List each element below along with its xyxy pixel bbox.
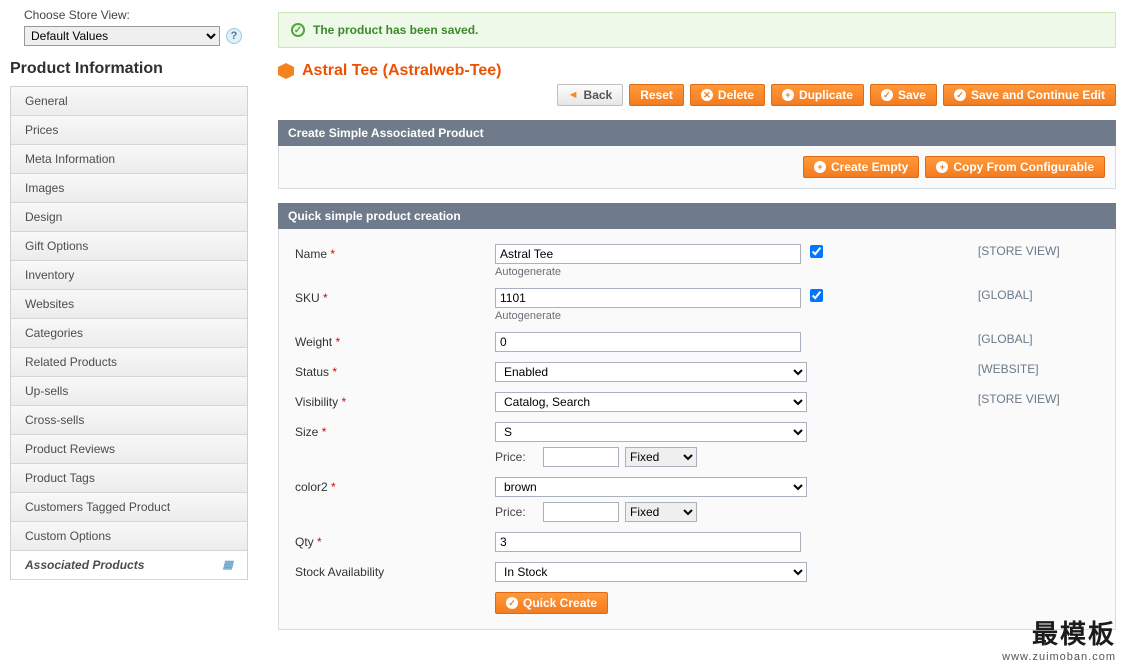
delete-icon: ✕ (701, 89, 713, 101)
tab-related-products[interactable]: Related Products (11, 348, 247, 377)
back-label: Back (584, 88, 613, 102)
qty-label: Qty (295, 535, 314, 549)
duplicate-label: Duplicate (799, 88, 853, 102)
tab-prices[interactable]: Prices (11, 116, 247, 145)
check-circle-icon: ✓ (954, 89, 966, 101)
tab-associated-products-label: Associated Products (25, 558, 144, 572)
size-price-label: Price: (495, 450, 537, 464)
quick-create-label: Quick Create (523, 596, 597, 610)
product-icon (278, 63, 294, 79)
delete-label: Delete (718, 88, 754, 102)
tab-product-tags[interactable]: Product Tags (11, 464, 247, 493)
check-circle-icon: ✓ (881, 89, 893, 101)
name-scope: [STORE VIEW] (972, 239, 1105, 283)
grid-icon: ▦ (223, 558, 233, 571)
store-view-select[interactable]: Default Values (24, 26, 220, 46)
name-autogen-checkbox[interactable] (810, 245, 823, 258)
name-input[interactable] (495, 244, 801, 264)
tab-product-reviews[interactable]: Product Reviews (11, 435, 247, 464)
success-text: The product has been saved. (313, 23, 478, 37)
page-actions: ◄ Back Reset ✕ Delete + Duplicate ✓ Save ✓ Sa… (278, 84, 1116, 106)
reset-button[interactable]: Reset (629, 84, 684, 106)
name-autogen-label: Autogenerate (495, 266, 966, 278)
create-empty-button[interactable]: + Create Empty (803, 156, 919, 178)
tab-design[interactable]: Design (11, 203, 247, 232)
color2-price-input[interactable] (543, 502, 619, 522)
plus-icon: + (782, 89, 794, 101)
size-label: Size (295, 425, 318, 439)
duplicate-button[interactable]: + Duplicate (771, 84, 864, 106)
sku-input[interactable] (495, 288, 801, 308)
qty-input[interactable] (495, 532, 801, 552)
tab-categories[interactable]: Categories (11, 319, 247, 348)
tab-images[interactable]: Images (11, 174, 247, 203)
save-label: Save (898, 88, 926, 102)
visibility-label: Visibility (295, 395, 338, 409)
store-view-label: Choose Store View: (24, 8, 248, 22)
color2-select[interactable]: brown (495, 477, 807, 497)
visibility-scope: [STORE VIEW] (972, 387, 1105, 417)
success-message: ✓ The product has been saved. (278, 12, 1116, 48)
back-arrow-icon: ◄ (568, 89, 579, 101)
tab-gift-options[interactable]: Gift Options (11, 232, 247, 261)
size-price-input[interactable] (543, 447, 619, 467)
tab-inventory[interactable]: Inventory (11, 261, 247, 290)
name-label: Name (295, 247, 327, 261)
sku-label: SKU (295, 291, 320, 305)
quick-create-button[interactable]: ✓ Quick Create (495, 592, 608, 614)
tab-up-sells[interactable]: Up-sells (11, 377, 247, 406)
back-button[interactable]: ◄ Back (557, 84, 624, 106)
save-continue-label: Save and Continue Edit (971, 88, 1105, 102)
copy-from-label: Copy From Configurable (953, 160, 1094, 174)
plus-icon: + (936, 161, 948, 173)
color2-price-type-select[interactable]: Fixed (625, 502, 697, 522)
sku-scope: [GLOBAL] (972, 283, 1105, 327)
delete-button[interactable]: ✕ Delete (690, 84, 765, 106)
tab-customers-tagged-product[interactable]: Customers Tagged Product (11, 493, 247, 522)
stock-label: Stock Availability (295, 565, 384, 579)
size-price-type-select[interactable]: Fixed (625, 447, 697, 467)
sku-autogen-label: Autogenerate (495, 310, 966, 322)
check-icon: ✓ (291, 23, 305, 37)
color2-label: color2 (295, 480, 328, 494)
sku-autogen-checkbox[interactable] (810, 289, 823, 302)
visibility-select[interactable]: Catalog, Search (495, 392, 807, 412)
plus-icon: + (814, 161, 826, 173)
save-button[interactable]: ✓ Save (870, 84, 937, 106)
tab-general[interactable]: General (11, 87, 247, 116)
tab-websites[interactable]: Websites (11, 290, 247, 319)
page-title: Astral Tee (Astralweb-Tee) (302, 62, 501, 80)
tab-custom-options[interactable]: Custom Options (11, 522, 247, 551)
create-simple-panel: Create Simple Associated Product + Create… (278, 120, 1116, 189)
weight-scope: [GLOBAL] (972, 327, 1105, 357)
create-simple-title: Create Simple Associated Product (278, 120, 1116, 146)
status-label: Status (295, 365, 329, 379)
section-title: Product Information (10, 60, 248, 78)
quick-create-title: Quick simple product creation (278, 203, 1116, 229)
help-icon[interactable]: ? (226, 28, 242, 44)
create-empty-label: Create Empty (831, 160, 908, 174)
copy-from-configurable-button[interactable]: + Copy From Configurable (925, 156, 1105, 178)
status-select[interactable]: Enabled (495, 362, 807, 382)
status-scope: [WEBSITE] (972, 357, 1105, 387)
tab-meta-information[interactable]: Meta Information (11, 145, 247, 174)
save-continue-button[interactable]: ✓ Save and Continue Edit (943, 84, 1116, 106)
size-select[interactable]: S (495, 422, 807, 442)
product-tabs: General Prices Meta Information Images D… (10, 86, 248, 580)
weight-input[interactable] (495, 332, 801, 352)
color2-price-label: Price: (495, 505, 537, 519)
check-circle-icon: ✓ (506, 597, 518, 609)
stock-select[interactable]: In Stock (495, 562, 807, 582)
weight-label: Weight (295, 335, 332, 349)
quick-create-panel: Quick simple product creation Name * Aut… (278, 203, 1116, 630)
reset-label: Reset (640, 88, 673, 102)
tab-cross-sells[interactable]: Cross-sells (11, 406, 247, 435)
tab-associated-products[interactable]: Associated Products ▦ (11, 551, 247, 580)
